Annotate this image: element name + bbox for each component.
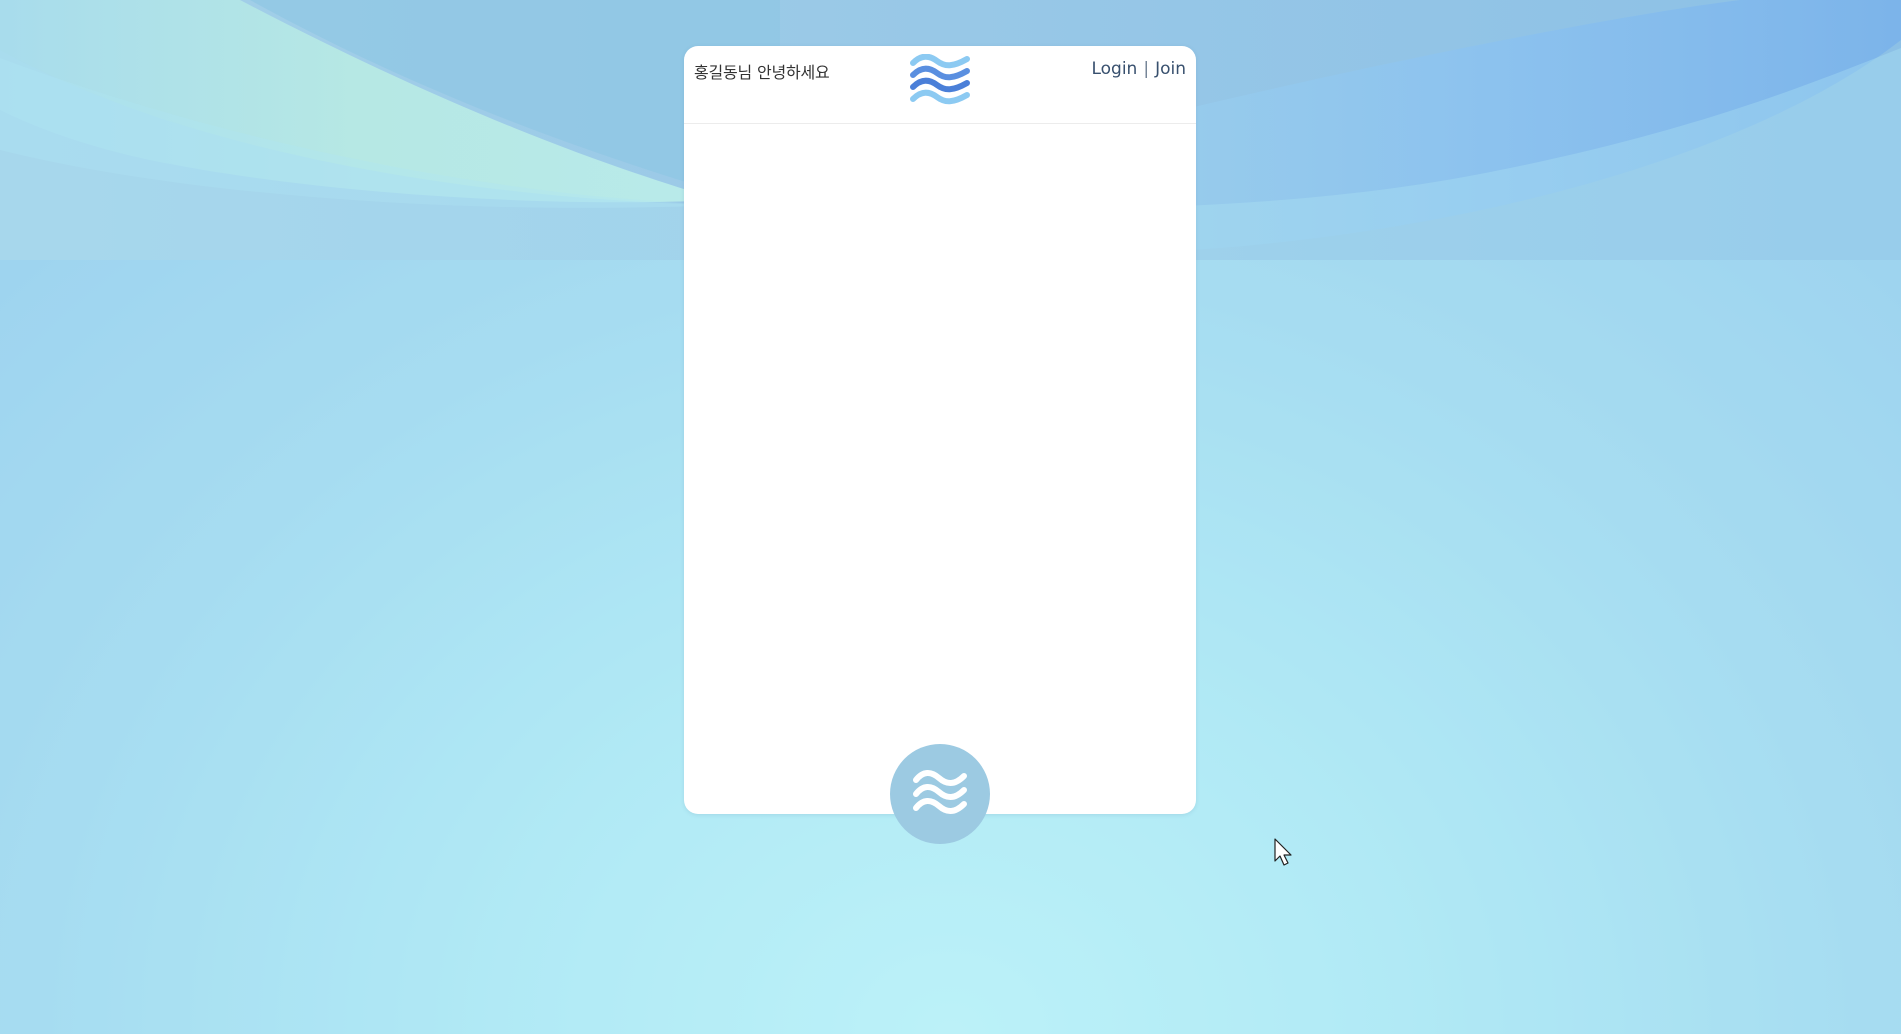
- wave-icon: [913, 770, 967, 814]
- card-header: 홍길동님 안녕하세요 Login | Join: [684, 46, 1196, 124]
- wave-fab-button[interactable]: [890, 744, 990, 844]
- auth-links: Login | Join: [1091, 59, 1186, 79]
- page-background: 홍길동님 안녕하세요 Login | Join: [0, 0, 1901, 1034]
- login-link[interactable]: Login: [1091, 59, 1137, 79]
- auth-separator: |: [1143, 59, 1150, 79]
- main-card: 홍길동님 안녕하세요 Login | Join: [684, 46, 1196, 844]
- greeting-text: 홍길동님 안녕하세요: [694, 63, 830, 82]
- mouse-cursor-icon: [1274, 838, 1292, 866]
- wave-logo-icon[interactable]: [908, 54, 972, 110]
- join-link[interactable]: Join: [1155, 59, 1186, 79]
